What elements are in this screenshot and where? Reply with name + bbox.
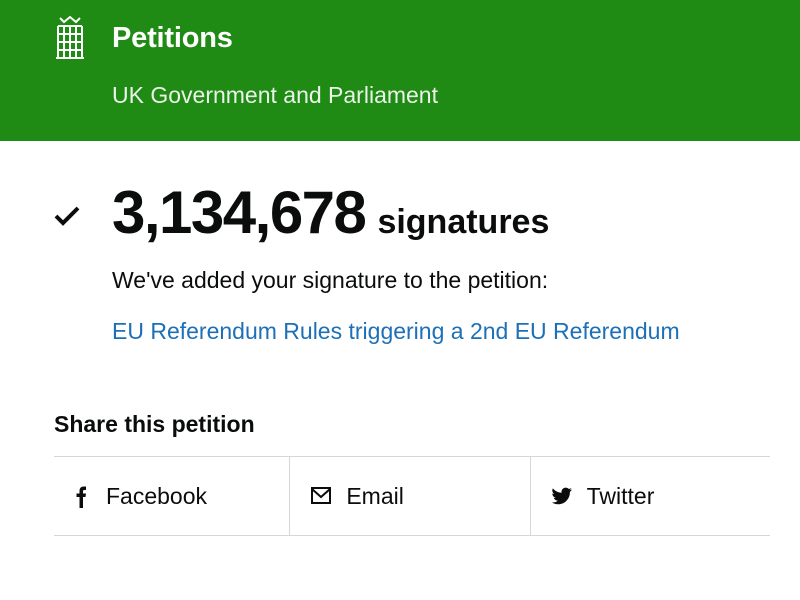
share-facebook-label: Facebook <box>106 482 208 509</box>
site-title[interactable]: Petitions <box>112 22 233 55</box>
confirmation-message: We've added your signature to the petiti… <box>112 267 549 293</box>
portcullis-icon <box>56 15 84 59</box>
petition-link[interactable]: EU Referendum Rules triggering a 2nd EU … <box>112 318 680 345</box>
share-heading: Share this petition <box>54 411 255 437</box>
checkmark-icon <box>54 206 80 226</box>
signature-count-line: 3,134,678 signatures <box>112 178 549 247</box>
signature-count-unit: signatures <box>377 203 550 241</box>
share-email-button[interactable]: Email <box>289 457 529 535</box>
site-header: Petitions UK Government and Parliament <box>0 0 800 141</box>
facebook-icon <box>76 486 86 508</box>
share-twitter-button[interactable]: Twitter <box>529 457 770 535</box>
share-twitter-label: Twitter <box>586 482 655 509</box>
share-email-label: Email <box>346 482 404 509</box>
site-subtitle: UK Government and Parliament <box>112 82 438 108</box>
email-icon <box>311 487 332 504</box>
share-facebook-button[interactable]: Facebook <box>54 457 289 535</box>
share-options: Facebook Email Twitter <box>54 456 770 536</box>
twitter-icon <box>551 487 572 505</box>
signature-count: 3,134,678 <box>112 179 367 246</box>
